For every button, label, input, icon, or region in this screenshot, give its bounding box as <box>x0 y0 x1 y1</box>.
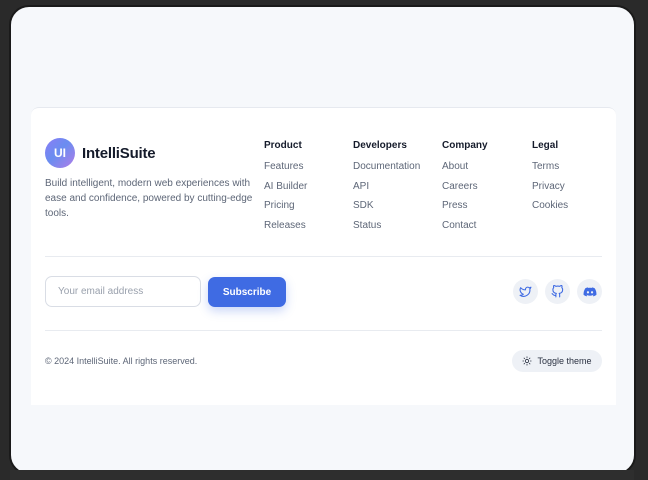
column-title: Product <box>264 140 302 151</box>
footer-link-careers[interactable]: Careers <box>442 181 488 201</box>
footer-link-press[interactable]: Press <box>442 200 488 220</box>
footer-link-about[interactable]: About <box>442 161 488 181</box>
footer-link-api[interactable]: API <box>353 181 420 201</box>
column-title: Legal <box>532 140 559 151</box>
footer-link-ai-builder[interactable]: AI Builder <box>264 181 307 201</box>
discord-link[interactable] <box>577 279 602 304</box>
github-link[interactable] <box>545 279 570 304</box>
footer-divider <box>45 330 602 331</box>
column-title: Developers <box>353 140 407 151</box>
footer-link-contact[interactable]: Contact <box>442 220 488 240</box>
footer-link-features[interactable]: Features <box>264 161 307 181</box>
toggle-theme-label: Toggle theme <box>537 356 592 366</box>
footer-column-company: Company About Careers Press Contact <box>442 139 488 239</box>
footer-link-documentation[interactable]: Documentation <box>353 161 420 181</box>
sun-icon <box>522 356 533 366</box>
window-bottom-edge <box>10 470 634 480</box>
brand-name: IntelliSuite <box>82 144 156 162</box>
footer-link-cookies[interactable]: Cookies <box>532 200 568 220</box>
toggle-theme-button[interactable]: Toggle theme <box>512 350 602 372</box>
copyright-text: © 2024 IntelliSuite. All rights reserved… <box>45 356 198 366</box>
discord-icon <box>583 286 596 296</box>
footer-column-developers: Developers Documentation API SDK Status <box>353 139 420 239</box>
footer-link-terms[interactable]: Terms <box>532 161 568 181</box>
twitter-icon <box>519 286 532 297</box>
column-title: Company <box>442 140 488 151</box>
site-footer: UI IntelliSuite Build intelligent, moder… <box>31 107 616 405</box>
footer-link-privacy[interactable]: Privacy <box>532 181 568 201</box>
newsletter-email-input[interactable] <box>45 276 201 307</box>
github-icon <box>551 285 564 298</box>
footer-link-releases[interactable]: Releases <box>264 220 307 240</box>
footer-link-pricing[interactable]: Pricing <box>264 200 307 220</box>
brand-logo-row[interactable]: UI IntelliSuite <box>45 137 255 169</box>
brand-description: Build intelligent, modern web experience… <box>45 178 253 219</box>
brand-block: UI IntelliSuite Build intelligent, moder… <box>45 137 255 221</box>
footer-column-product: Product Features AI Builder Pricing Rele… <box>264 139 307 239</box>
footer-link-status[interactable]: Status <box>353 220 420 240</box>
footer-link-sdk[interactable]: SDK <box>353 200 420 220</box>
footer-divider <box>45 256 602 257</box>
footer-column-legal: Legal Terms Privacy Cookies <box>532 139 568 220</box>
app-window: UI IntelliSuite Build intelligent, moder… <box>9 5 636 475</box>
twitter-link[interactable] <box>513 279 538 304</box>
brand-logo: UI <box>45 138 75 168</box>
subscribe-button[interactable]: Subscribe <box>208 277 286 307</box>
